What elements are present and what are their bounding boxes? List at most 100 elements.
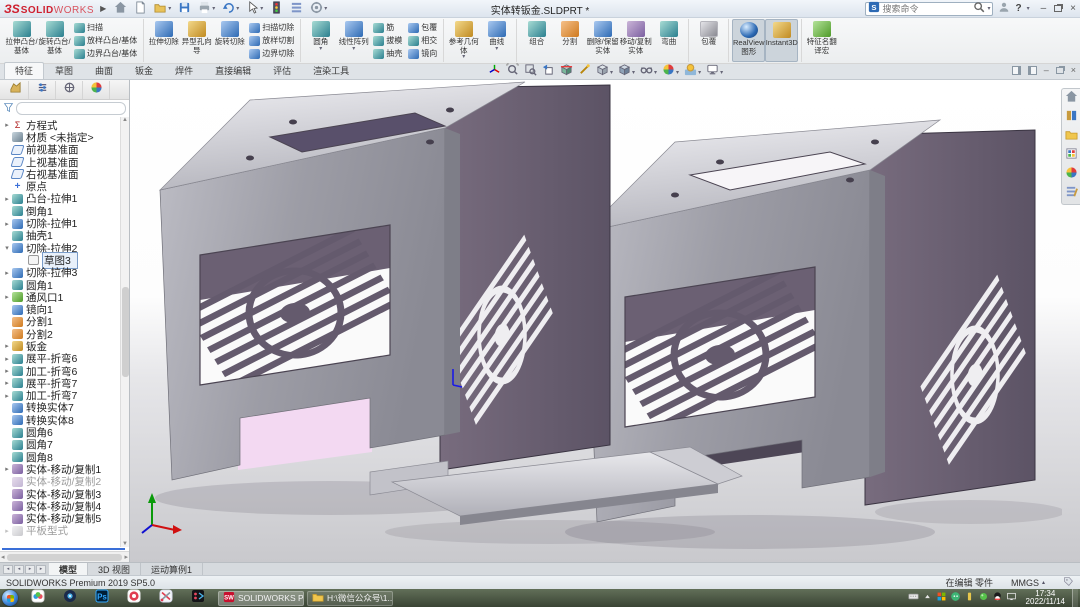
taskbar-app-button[interactable]: Ps [91, 590, 113, 606]
tree-item[interactable]: 切除-拉伸3 [2, 267, 129, 279]
quick-access-button[interactable]: ▾ [308, 1, 329, 17]
tray-icon-button[interactable] [949, 591, 963, 605]
doc-tab[interactable]: 3D 视图 [88, 563, 141, 575]
expand-arrow-icon[interactable] [2, 367, 12, 375]
scroll-next-icon[interactable]: ▸ [25, 565, 35, 574]
scroll-down-arrow[interactable]: ▼ [122, 541, 128, 547]
tray-icon-button[interactable] [907, 591, 921, 605]
enclosure-left[interactable] [160, 82, 610, 480]
scroll-thumb[interactable] [7, 554, 123, 561]
heads-up-button[interactable] [683, 65, 702, 79]
tree-item[interactable]: 圆角6 [2, 426, 129, 438]
scroll-last-icon[interactable]: ▸ [36, 565, 46, 574]
scroll-right-arrow[interactable]: ▸ [124, 553, 128, 561]
tree-vertical-scrollbar[interactable]: ▲ ▼ [120, 117, 129, 547]
ribbon-button[interactable]: 参考几何体▾ [447, 19, 480, 62]
ribbon-button-small[interactable]: 镜向 [406, 47, 439, 60]
quick-access-button[interactable]: ▾ [132, 1, 149, 17]
tray-icon-button[interactable] [921, 591, 935, 605]
quick-access-button[interactable]: ▾ [244, 1, 265, 17]
quick-access-button[interactable]: ▾ [220, 1, 241, 17]
expand-arrow-icon[interactable] [2, 269, 12, 277]
tree-item[interactable]: 平板型式 [2, 525, 129, 537]
expand-arrow-icon[interactable] [2, 121, 12, 129]
ribbon-button-small[interactable]: 放样切割 [247, 34, 296, 47]
expand-arrow-icon[interactable] [2, 220, 12, 228]
ribbon-button[interactable]: 拉伸凸台/基体▾ [5, 19, 38, 62]
ribbon-tab[interactable]: 钣金 [124, 62, 164, 79]
tree-item[interactable]: 圆角7 [2, 439, 129, 451]
expand-arrow-icon[interactable] [2, 293, 12, 301]
help-button[interactable]: ? [1015, 3, 1021, 14]
expand-arrow-icon[interactable] [2, 195, 12, 203]
filter-funnel-icon[interactable] [3, 100, 14, 118]
taskbar-app-button[interactable] [27, 590, 49, 606]
tree-item[interactable]: 分割2 [2, 328, 129, 340]
ribbon-tab[interactable]: 直接编辑 [204, 62, 262, 79]
expand-arrow-icon[interactable] [2, 392, 12, 400]
quick-access-button[interactable]: ▾ [176, 1, 193, 17]
doc-tab[interactable]: 运动算例1 [141, 563, 203, 575]
tray-icon-button[interactable] [1005, 591, 1019, 605]
ribbon-tab[interactable]: 草图 [44, 62, 84, 79]
quick-access-button[interactable]: ▾ [152, 1, 173, 17]
ribbon-button[interactable]: 特征名翻译宏▾ [805, 19, 838, 62]
task-pane-button[interactable] [1063, 186, 1079, 202]
tree-filter-input[interactable] [16, 102, 126, 115]
tree-item[interactable]: 分割1 [2, 316, 129, 328]
ribbon-button[interactable]: 删除/保留实体▾ [586, 19, 619, 62]
taskbar-app-button[interactable] [187, 590, 209, 606]
ribbon-button[interactable]: 圆角▾ [304, 19, 337, 62]
user-account-icon[interactable] [998, 1, 1010, 16]
tree-item[interactable]: 右视基准面 [2, 168, 129, 180]
search-dropdown-arrow[interactable]: ▾ [987, 5, 990, 12]
expand-arrow-icon[interactable] [2, 244, 12, 252]
ribbon-button[interactable]: 移动/复制实体▾ [619, 19, 652, 62]
heads-up-button[interactable] [541, 65, 556, 79]
command-search[interactable]: S ▾ [865, 2, 993, 16]
taskbar-task-button[interactable]: H:\微信公众号\1... [307, 591, 393, 606]
ribbon-button[interactable]: 组合▾ [520, 19, 553, 62]
heads-up-button[interactable] [705, 65, 724, 79]
tree-horizontal-scrollbar[interactable]: ◂ ▸ [0, 551, 129, 562]
ribbon-button[interactable]: 包覆▾ [692, 19, 725, 62]
scroll-left-arrow[interactable]: ◂ [1, 553, 5, 561]
manager-tab[interactable] [56, 81, 83, 99]
ribbon-button[interactable]: 分割▾ [553, 19, 586, 62]
ribbon-button[interactable]: 旋转凸台/基体▾ [38, 19, 71, 62]
quick-access-button[interactable]: ▾ [288, 1, 305, 17]
collapse-pane-right-icon[interactable] [1028, 66, 1037, 75]
ribbon-button-small[interactable]: 抽壳 [371, 47, 404, 60]
heads-up-button[interactable] [523, 65, 538, 79]
tree-item[interactable]: 通风口1 [2, 291, 129, 303]
doc-tab[interactable]: 模型 [49, 563, 88, 575]
heads-up-button[interactable] [639, 65, 658, 79]
doc-restore-button[interactable] [1056, 67, 1064, 74]
ribbon-button-small[interactable]: 筋 [371, 21, 404, 34]
ribbon-button-small[interactable]: 扫描 [72, 21, 139, 34]
heads-up-button[interactable] [595, 65, 614, 79]
task-pane-button[interactable] [1063, 110, 1079, 126]
ribbon-button[interactable]: 曲线▾ [480, 19, 513, 62]
ribbon-button-small[interactable]: 放样凸台/基体 [72, 34, 139, 47]
doc-minimize-button[interactable]: – [1044, 65, 1049, 75]
expand-arrow-icon[interactable] [2, 355, 12, 363]
heads-up-button[interactable] [577, 65, 592, 79]
units-selector[interactable]: MMGS ▴ [1011, 578, 1045, 588]
ribbon-toggle-button[interactable]: RealView图形▾ [732, 19, 765, 62]
heads-up-button[interactable] [661, 65, 680, 79]
ribbon-button-small[interactable]: 边界切除 [247, 47, 296, 60]
ribbon-button-small[interactable]: 相交 [406, 34, 439, 47]
task-pane-button[interactable] [1063, 129, 1079, 145]
heads-up-button[interactable] [505, 65, 520, 79]
ribbon-tab[interactable]: 焊件 [164, 62, 204, 79]
close-button[interactable]: × [1070, 3, 1076, 14]
taskbar-app-button[interactable] [155, 590, 177, 606]
tree-item[interactable]: 圆角1 [2, 279, 129, 291]
heads-up-button[interactable] [559, 65, 574, 79]
custom-properties-tag-icon[interactable] [1063, 576, 1074, 589]
expand-arrow-icon[interactable] [2, 342, 12, 350]
expand-arrow-icon[interactable] [2, 379, 12, 387]
ribbon-button[interactable]: 旋转切除▾ [213, 19, 246, 62]
tree-item[interactable]: 镜向1 [2, 303, 129, 315]
